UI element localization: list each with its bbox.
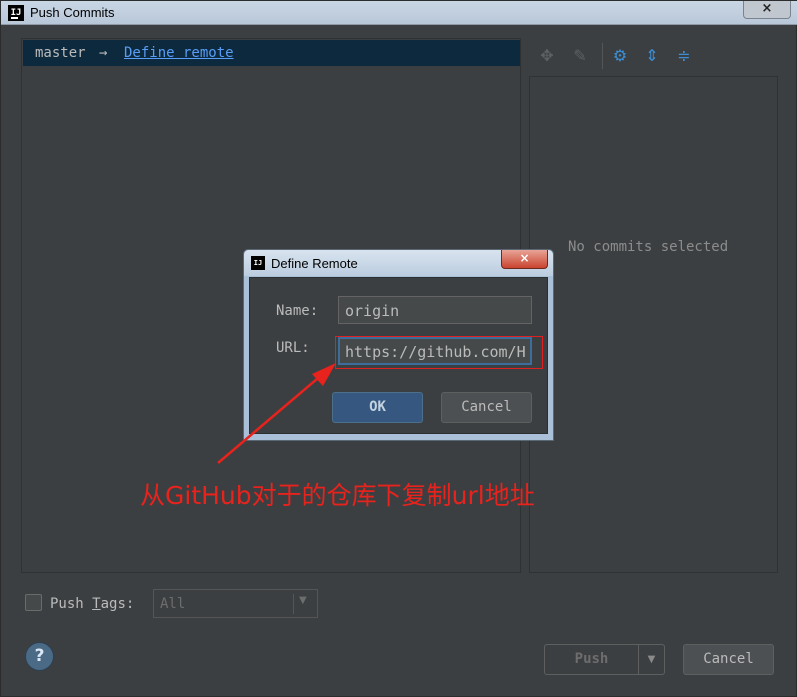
- name-label: Name:: [276, 303, 319, 319]
- name-input-value: origin: [345, 302, 400, 320]
- push-tags-prefix: Push: [50, 596, 93, 612]
- window-titlebar: IJ Push Commits ×: [1, 1, 797, 25]
- window-title: Push Commits: [30, 5, 115, 20]
- help-button[interactable]: ?: [25, 642, 54, 671]
- window-close-button[interactable]: ×: [743, 1, 791, 19]
- edit-icon[interactable]: ✎: [569, 45, 591, 67]
- push-tags-mnemonic: T: [92, 596, 101, 612]
- no-commits-label: No commits selected: [568, 239, 729, 255]
- annotation-text: 从GitHub对于的仓库下复制url地址: [140, 481, 535, 510]
- dialog-titlebar: IJ Define Remote ×: [244, 250, 553, 276]
- dialog-cancel-button[interactable]: Cancel: [441, 392, 532, 423]
- commit-details-panel: No commits selected: [529, 76, 778, 573]
- expand-all-icon[interactable]: ⇕: [641, 45, 663, 67]
- push-button[interactable]: Push: [544, 644, 639, 675]
- push-options-dropdown-button[interactable]: ▼: [639, 644, 665, 675]
- tags-dropdown-divider: [293, 594, 294, 614]
- dialog-title: Define Remote: [271, 256, 358, 271]
- settings-icon[interactable]: ⚙: [609, 45, 631, 67]
- chevron-down-icon: ▼: [299, 595, 307, 606]
- push-tags-checkbox[interactable]: [25, 594, 42, 611]
- intellij-app-icon: IJ: [8, 5, 24, 21]
- branch-arrow: →: [99, 45, 108, 61]
- push-tags-label: Push Tags:: [50, 596, 134, 612]
- move-icon[interactable]: ✥: [536, 45, 558, 67]
- collapse-all-icon[interactable]: ≑: [673, 45, 695, 67]
- dialog-close-button[interactable]: ×: [501, 250, 548, 269]
- tags-dropdown-value: All: [160, 596, 186, 612]
- cancel-button[interactable]: Cancel: [683, 644, 774, 675]
- name-input[interactable]: origin: [338, 296, 532, 324]
- local-branch-label: master: [35, 45, 86, 61]
- url-label: URL:: [276, 340, 310, 356]
- ok-button[interactable]: OK: [332, 392, 423, 423]
- url-highlight-box: [335, 336, 543, 369]
- branch-row[interactable]: master → Define remote: [23, 40, 520, 66]
- tags-dropdown[interactable]: All ▼: [153, 589, 318, 618]
- toolbar-separator: [602, 43, 603, 69]
- push-tags-suffix: ags:: [100, 596, 135, 612]
- define-remote-link[interactable]: Define remote: [124, 45, 234, 61]
- intellij-dialog-icon: IJ: [251, 256, 265, 270]
